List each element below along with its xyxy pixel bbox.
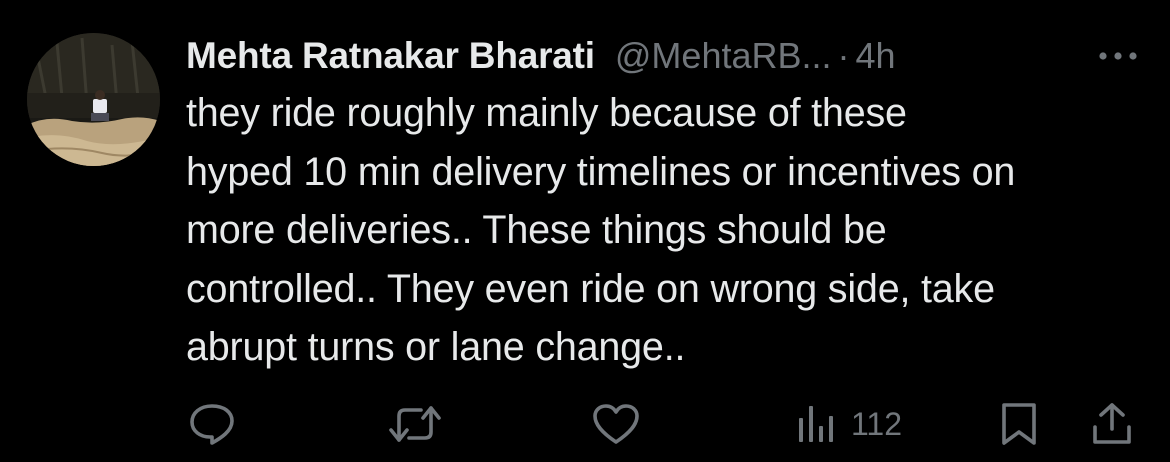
separator-dot: · [837, 35, 850, 76]
author-handle[interactable]: @MehtaRB... [615, 35, 832, 77]
bookmark-icon [1002, 403, 1036, 445]
author-name[interactable]: Mehta Ratnakar Bharati [186, 35, 595, 77]
retweet-icon [389, 406, 441, 442]
tweet-text-line: more deliveries.. These things should be [186, 208, 887, 252]
avatar[interactable] [27, 33, 160, 166]
tweet-header: Mehta Ratnakar Bharati @MehtaRB... · 4h [186, 30, 896, 82]
retweet-button[interactable] [387, 402, 443, 446]
views-bar-chart-icon [799, 406, 833, 442]
tweet-text-line: abrupt turns or lane change.. [186, 325, 686, 369]
bookmark-button[interactable] [999, 402, 1039, 446]
tweet-text-line: they ride roughly mainly because of thes… [186, 91, 907, 135]
share-button[interactable] [1091, 402, 1133, 446]
reply-button[interactable] [188, 402, 236, 446]
tweet-text-line: hyped 10 min delivery timelines or incen… [186, 149, 1016, 194]
like-button[interactable] [591, 402, 641, 446]
views-button[interactable]: 112 [797, 402, 902, 446]
share-icon [1093, 403, 1131, 444]
heart-icon [593, 404, 639, 444]
tweet[interactable]: Mehta Ratnakar Bharati @MehtaRB... · 4h … [0, 0, 1170, 462]
reply-icon [190, 404, 234, 445]
tweet-timestamp[interactable]: 4h [856, 35, 896, 77]
more-options-icon[interactable] [1091, 38, 1145, 74]
tweet-text-line: controlled.. They even ride on wrong sid… [186, 266, 995, 311]
tweet-text: they ride roughly mainly because of thes… [186, 84, 1156, 377]
views-count: 112 [851, 405, 903, 442]
